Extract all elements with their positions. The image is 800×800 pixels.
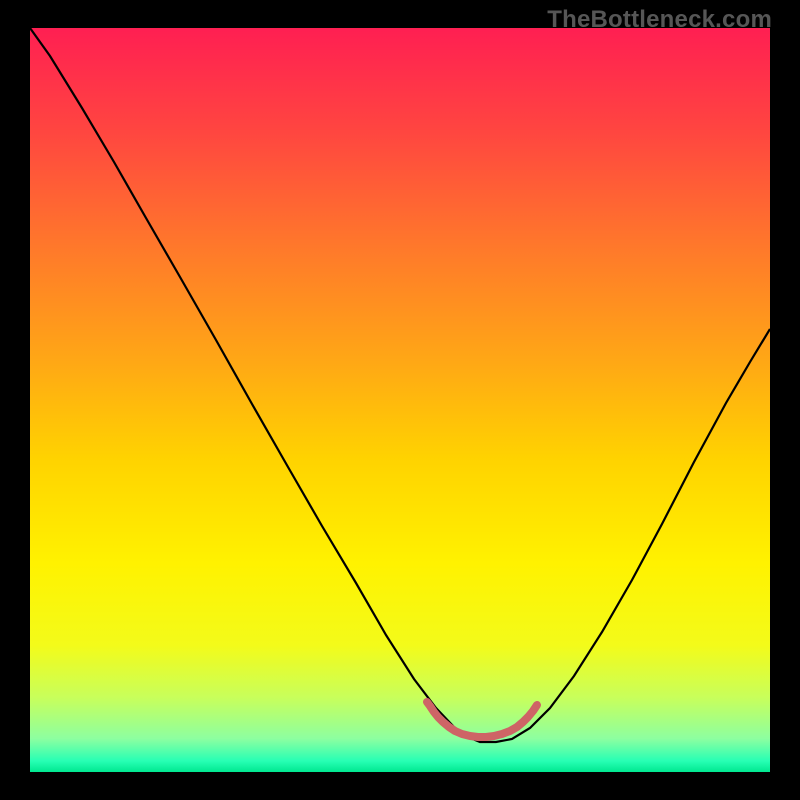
chart-canvas <box>30 28 770 772</box>
chart-background <box>30 28 770 772</box>
chart-frame <box>30 28 770 772</box>
watermark-text: TheBottleneck.com <box>547 6 772 34</box>
